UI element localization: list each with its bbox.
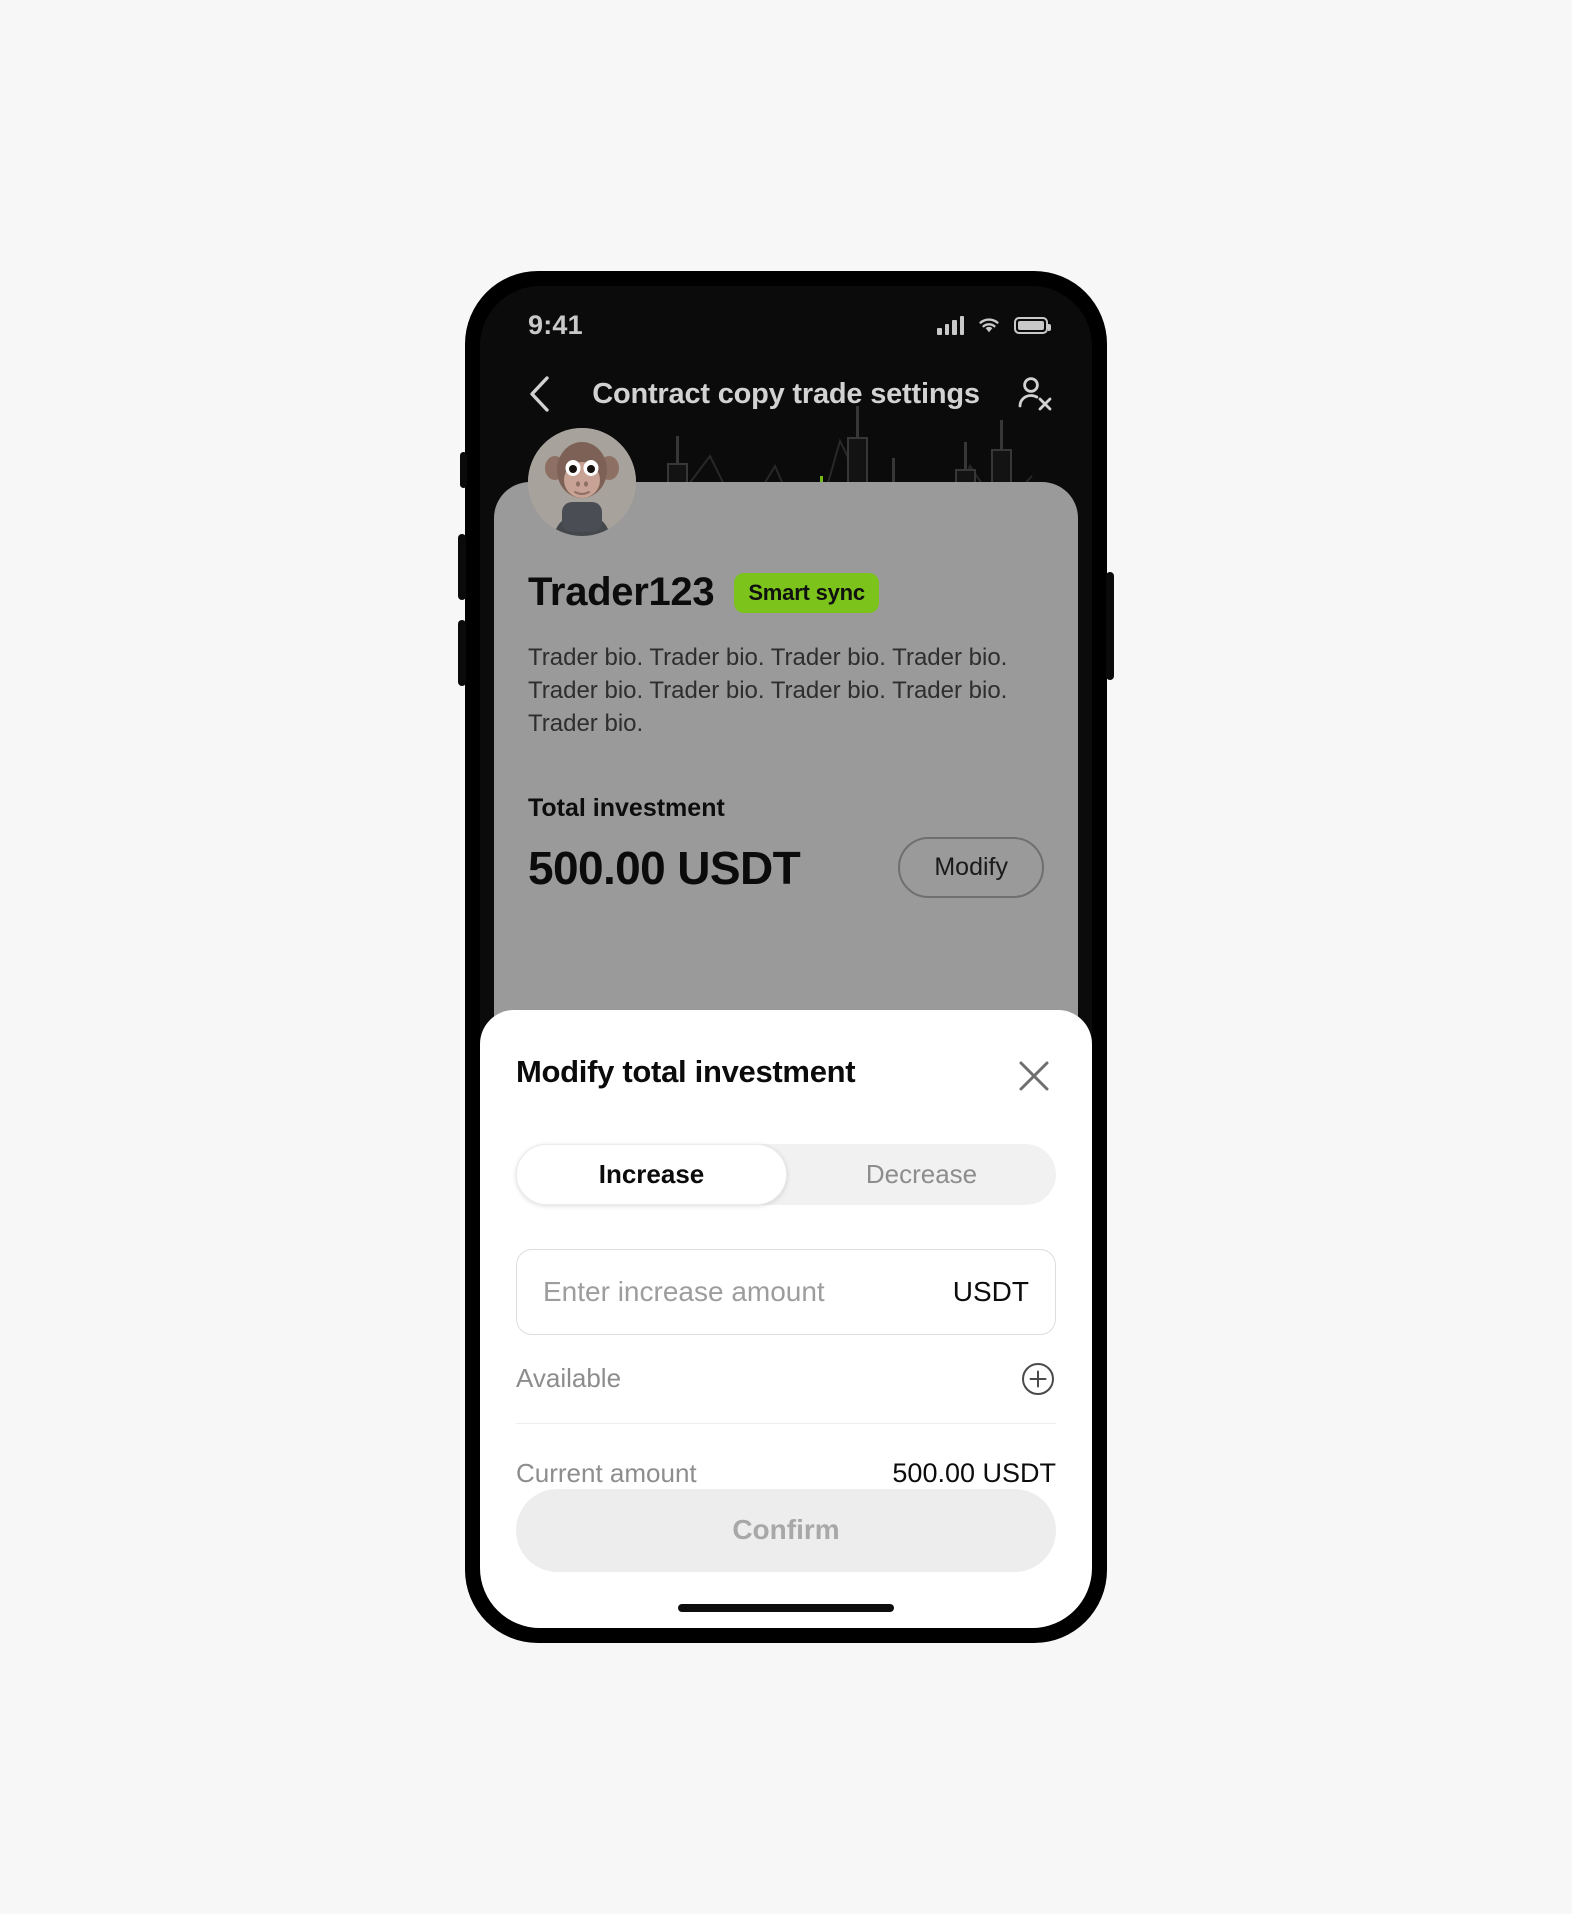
trader-bio: Trader bio. Trader bio. Trader bio. Trad…	[528, 644, 1008, 738]
chevron-left-icon	[530, 376, 549, 412]
power-button[interactable]	[1106, 572, 1114, 680]
avatar	[528, 428, 636, 536]
amount-field[interactable]: USDT	[516, 1249, 1056, 1335]
status-bar-time: 9:41	[528, 309, 583, 340]
available-label: Available	[516, 1363, 622, 1394]
current-amount-label: Current amount	[516, 1457, 697, 1488]
wifi-icon	[979, 318, 999, 333]
home-indicator	[678, 1604, 894, 1612]
increase-decrease-toggle: Increase Decrease	[516, 1144, 1056, 1206]
status-bar-icons	[937, 315, 1051, 335]
current-amount-value: 500.00 USDT	[892, 1457, 1056, 1488]
total-investment-row: 500.00 USDT Modify	[528, 837, 1044, 899]
volume-down-button[interactable]	[458, 620, 466, 686]
cellular-signal-icon	[937, 315, 964, 335]
person-remove-icon	[1018, 377, 1052, 411]
plus-circle-icon[interactable]	[1020, 1361, 1056, 1397]
battery-full-icon	[1014, 316, 1051, 334]
confirm-button[interactable]: Confirm	[516, 1488, 1056, 1572]
tab-decrease[interactable]: Decrease	[787, 1144, 1056, 1205]
amount-input[interactable]	[543, 1276, 953, 1309]
back-button[interactable]	[516, 371, 562, 417]
status-bar: 9:41	[480, 286, 1092, 348]
phone-mockup: 9:41 Contract copy trade settings Trader…	[458, 272, 1114, 1642]
tab-increase[interactable]: Increase	[516, 1144, 787, 1206]
currency-suffix: USDT	[952, 1276, 1029, 1308]
available-row: Available	[516, 1361, 1056, 1423]
status-badge: Smart sync	[734, 572, 879, 613]
sheet-divider	[516, 1422, 1056, 1424]
volume-up-button[interactable]	[458, 534, 466, 600]
total-investment-amount: 500.00 USDT	[528, 841, 801, 894]
sheet-header: Modify total investment	[516, 1054, 1056, 1098]
total-investment-label: Total investment	[528, 794, 725, 823]
trader-name: Trader123	[528, 570, 715, 614]
close-button[interactable]	[1012, 1054, 1056, 1098]
modify-investment-sheet: Modify total investment Increase Decreas…	[480, 1010, 1092, 1628]
page-title: Contract copy trade settings	[592, 377, 980, 410]
modify-button[interactable]: Modify	[898, 837, 1044, 899]
navigation-bar: Contract copy trade settings	[480, 352, 1092, 436]
current-amount-row: Current amount 500.00 USDT	[516, 1458, 1056, 1489]
phone-screen: 9:41 Contract copy trade settings Trader…	[480, 286, 1092, 1628]
available-left: Available	[516, 1363, 635, 1394]
close-icon	[1019, 1061, 1049, 1091]
remove-follower-button[interactable]	[1010, 371, 1056, 417]
sheet-title: Modify total investment	[516, 1054, 856, 1089]
mute-switch[interactable]	[460, 452, 467, 488]
monkey-avatar-icon	[528, 428, 636, 536]
